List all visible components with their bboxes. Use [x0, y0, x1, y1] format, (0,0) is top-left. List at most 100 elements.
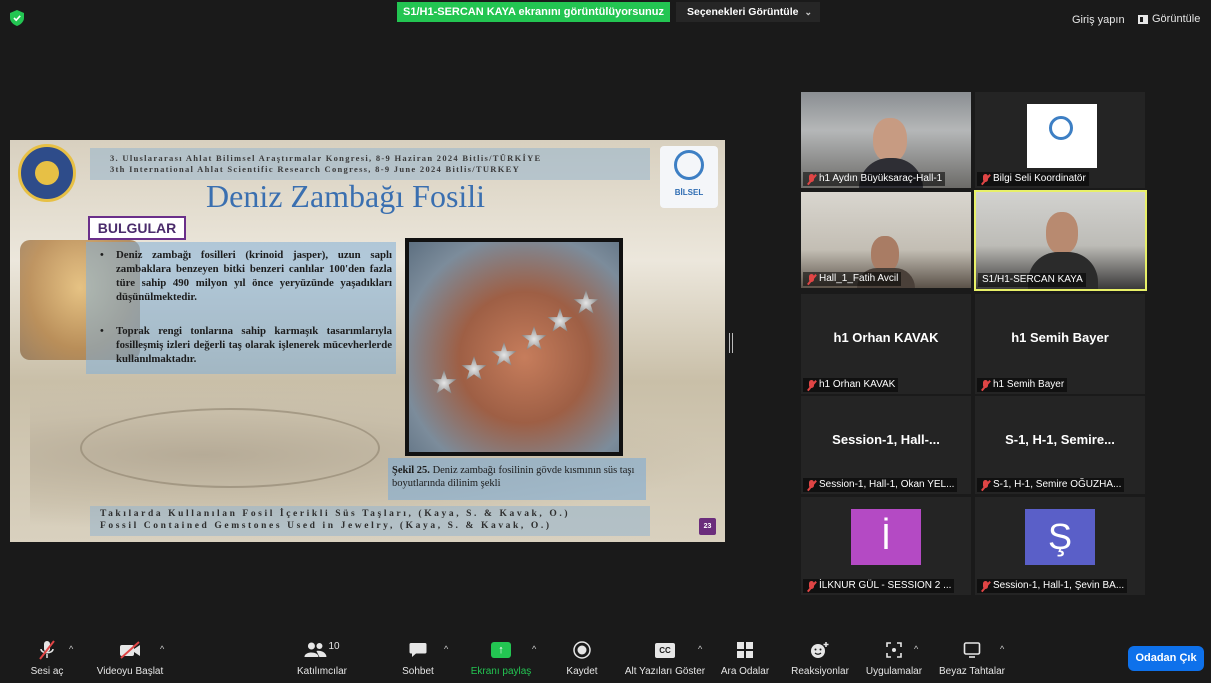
breakout-rooms-label: Ara Odalar	[720, 666, 770, 677]
apps-label: Uygulamalar	[865, 666, 923, 677]
fossil-photo	[405, 238, 623, 456]
whiteboards-button[interactable]: Beyaz Tahtalar	[934, 632, 1010, 683]
fossil-star-piece	[547, 308, 573, 332]
participant-display-name: S-1, H-1, Semire...	[1005, 432, 1115, 447]
share-screen-icon: ↑	[491, 640, 511, 660]
participant-name-label: h1 Semih Bayer	[977, 378, 1068, 392]
view-options-label: Seçenekleri Görüntüle	[687, 6, 799, 18]
view-layout-icon	[1138, 14, 1148, 24]
share-options-caret-icon[interactable]: ^	[532, 644, 536, 654]
participant-tile[interactable]: Session-1, Hall-... Session-1, Hall-1, O…	[801, 396, 971, 494]
security-shield-icon[interactable]	[10, 10, 24, 26]
participant-name-label: S1/H1-SERCAN KAYA	[978, 273, 1086, 287]
leave-meeting-button[interactable]: Odadan Çık	[1128, 646, 1204, 671]
chevron-down-icon: ⌄	[804, 7, 812, 17]
participant-name: S-1, H-1, Semire OĞUZHA...	[993, 479, 1122, 490]
fossil-star-piece	[573, 290, 599, 314]
participant-tile[interactable]: Bilgi Seli Koordinatör	[975, 92, 1145, 188]
participant-name-label: İLKNUR GÜL - SESSION 2 ...	[803, 579, 955, 593]
section-label: BULGULAR	[88, 216, 186, 240]
view-button[interactable]: Görüntüle	[1138, 13, 1200, 25]
breakout-rooms-button[interactable]: Ara Odalar	[718, 632, 772, 683]
video-off-icon	[119, 640, 141, 660]
participant-name-label: Session-1, Hall-1, Okan YEL...	[803, 478, 958, 492]
fossil-star-piece	[491, 342, 517, 366]
closed-captions-icon: CC	[655, 640, 675, 660]
panel-resize-handle[interactable]	[729, 333, 733, 353]
participant-display-name: Session-1, Hall-...	[832, 432, 940, 447]
participants-icon: 10	[304, 640, 340, 660]
muted-mic-icon	[38, 640, 56, 660]
participant-display-name: h1 Semih Bayer	[1011, 330, 1109, 345]
apps-options-caret-icon[interactable]: ^	[914, 644, 918, 654]
whiteboard-options-caret-icon[interactable]: ^	[1000, 644, 1004, 654]
participant-name-label: h1 Orhan KAVAK	[803, 378, 899, 392]
slide-title: Deniz Zambağı Fosili	[206, 178, 486, 214]
bilsel-logo-text: BİLSEL	[674, 188, 704, 197]
share-screen-label: Ekranı paylaş	[470, 666, 532, 677]
reactions-button[interactable]: Reaksiyonlar	[788, 632, 852, 683]
muted-mic-icon	[807, 379, 816, 391]
participant-tile[interactable]: h1 Orhan KAVAK h1 Orhan KAVAK	[801, 294, 971, 394]
participants-count: 10	[328, 640, 340, 652]
footer-title-tr: Takılarda Kullanılan Fosil İçerikli Süs …	[100, 509, 571, 519]
participants-button[interactable]: 10 Katılımcılar	[290, 632, 354, 683]
participant-name: h1 Semih Bayer	[993, 379, 1065, 390]
video-options-caret-icon[interactable]: ^	[160, 644, 164, 654]
participant-name: Session-1, Hall-1, Şevin BA...	[993, 580, 1125, 591]
caption-figure-number: Şekil 25.	[392, 465, 430, 476]
captions-button[interactable]: CC Alt Yazıları Göster	[620, 632, 710, 683]
record-button[interactable]: Kaydet	[560, 632, 604, 683]
participant-tile[interactable]: İ İLKNUR GÜL - SESSION 2 ...	[801, 497, 971, 595]
participant-name: İLKNUR GÜL - SESSION 2 ...	[819, 580, 952, 591]
participant-name-label: Hall_1_Fatih Avcil	[803, 272, 902, 286]
participant-avatar: İ	[851, 509, 921, 565]
participant-tile[interactable]: Ş Session-1, Hall-1, Şevin BA...	[975, 497, 1145, 595]
smiley-plus-icon	[810, 640, 830, 660]
reactions-label: Reaksiyonlar	[791, 666, 849, 677]
chat-button[interactable]: Sohbet	[396, 632, 440, 683]
muted-mic-icon	[981, 379, 990, 391]
chat-label: Sohbet	[402, 666, 434, 677]
conference-title-en: 3th International Ahlat Scientific Resea…	[110, 164, 521, 174]
view-options-button[interactable]: Seçenekleri Görüntüle ⌄	[676, 2, 820, 22]
apps-button[interactable]: Uygulamalar	[862, 632, 926, 683]
record-icon	[573, 640, 591, 660]
unmute-button[interactable]: Sesi aç	[22, 632, 72, 683]
audio-options-caret-icon[interactable]: ^	[69, 644, 73, 654]
bilsel-logo-ring	[674, 150, 704, 180]
fossil-star-piece	[521, 326, 547, 350]
fish-fossil-outline	[80, 408, 380, 488]
participant-name: Hall_1_Fatih Avcil	[819, 273, 899, 284]
captions-options-caret-icon[interactable]: ^	[698, 644, 702, 654]
sign-in-link[interactable]: Giriş yapın	[1072, 14, 1125, 26]
active-speaker-tile[interactable]: S1/H1-SERCAN KAYA	[974, 190, 1147, 291]
bullet-item: Toprak rengi tonlarına sahip karmaşık ta…	[98, 324, 392, 366]
participant-name: Bilgi Seli Koordinatör	[993, 173, 1086, 184]
figure-caption: Şekil 25. Deniz zambağı fosilinin gövde …	[392, 464, 642, 490]
shared-screen-slide: 3. Uluslararası Ahlat Bilimsel Araştırma…	[10, 140, 725, 542]
muted-mic-icon	[807, 580, 816, 592]
whiteboards-label: Beyaz Tahtalar	[939, 666, 1005, 677]
participant-name-label: Session-1, Hall-1, Şevin BA...	[977, 579, 1128, 593]
screen-share-banner: S1/H1-SERCAN KAYA ekranını görüntülüyors…	[397, 2, 670, 22]
meeting-toolbar: Sesi aç ^ Videoyu Başlat ^ 10 Katılımcıl…	[0, 632, 1211, 683]
participant-tile[interactable]: Hall_1_Fatih Avcil	[801, 192, 971, 288]
participant-tile[interactable]: h1 Semih Bayer h1 Semih Bayer	[975, 294, 1145, 394]
participant-tile[interactable]: h1 Aydın Büyüksaraç-Hall-1	[801, 92, 971, 188]
muted-mic-icon	[981, 173, 990, 185]
participant-name-label: h1 Aydın Büyüksaraç-Hall-1	[803, 172, 946, 186]
chat-options-caret-icon[interactable]: ^	[444, 644, 448, 654]
muted-mic-icon	[807, 173, 816, 185]
conference-title-tr: 3. Uluslararası Ahlat Bilimsel Araştırma…	[110, 153, 542, 163]
dicle-university-logo	[18, 144, 76, 202]
muted-mic-icon	[807, 479, 816, 491]
share-screen-button[interactable]: ↑ Ekranı paylaş	[466, 632, 536, 683]
participant-tile[interactable]: S-1, H-1, Semire... S-1, H-1, Semire OĞU…	[975, 396, 1145, 494]
fossil-star-piece	[431, 370, 457, 394]
start-video-label: Videoyu Başlat	[96, 666, 164, 677]
participant-avatar: Ş	[1025, 509, 1095, 565]
start-video-button[interactable]: Videoyu Başlat	[90, 632, 170, 683]
footer-title-en: Fossil Contained Gemstones Used in Jewel…	[100, 521, 552, 531]
muted-mic-icon	[981, 479, 990, 491]
